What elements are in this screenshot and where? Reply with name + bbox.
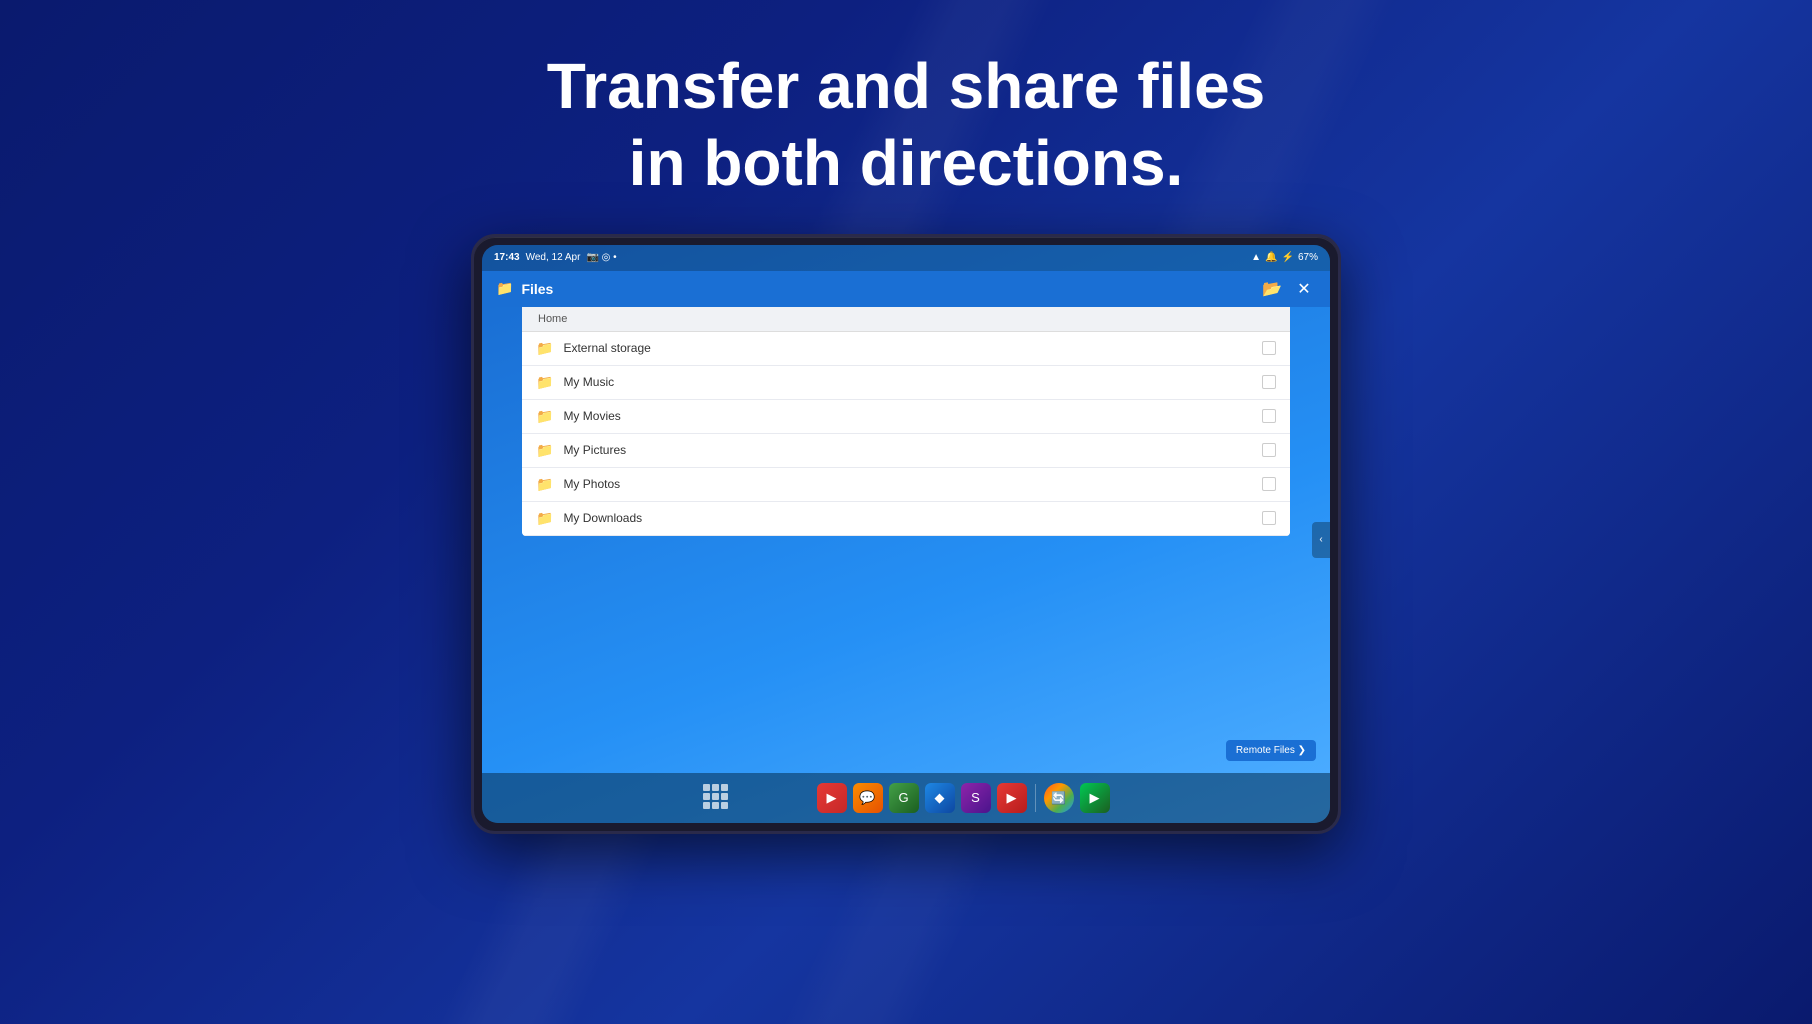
folder-icon: 📁 — [536, 510, 553, 527]
file-item[interactable]: 📁 My Downloads — [522, 502, 1290, 536]
file-item-name: My Downloads — [563, 511, 1262, 525]
close-button[interactable]: ✕ — [1292, 277, 1316, 301]
title-bar-title: Files — [521, 281, 553, 297]
file-item-checkbox[interactable] — [1262, 375, 1276, 389]
file-list: 📁 External storage 📁 My Music 📁 My Movies 📁 My … — [522, 332, 1290, 536]
headline-line2: in both directions. — [547, 125, 1266, 202]
file-item-checkbox[interactable] — [1262, 443, 1276, 457]
app-icon-7[interactable]: 🔄 — [1044, 783, 1074, 813]
file-item[interactable]: 📁 External storage — [522, 332, 1290, 366]
title-bar-left: 📁 Files — [496, 280, 553, 297]
app-drawer-button[interactable] — [703, 784, 731, 812]
file-item-name: My Movies — [563, 409, 1262, 423]
battery-icon: ⚡ — [1282, 252, 1294, 263]
file-item-name: My Pictures — [563, 443, 1262, 457]
status-right: ▲ 🔔 ⚡ 67% — [1251, 252, 1318, 263]
file-item[interactable]: 📁 My Music — [522, 366, 1290, 400]
file-item[interactable]: 📁 My Pictures — [522, 434, 1290, 468]
files-icon: 📁 — [496, 280, 513, 297]
tablet-device: 17:43 Wed, 12 Apr 📷 ◎ • ▲ 🔔 ⚡ 67% 📁 File… — [471, 234, 1341, 834]
status-time: 17:43 — [494, 252, 520, 263]
file-item-checkbox[interactable] — [1262, 477, 1276, 491]
taskbar: ▶ 💬 G ◆ S ▶ — [482, 773, 1330, 823]
folder-icon: 📁 — [536, 408, 553, 425]
folder-icon: 📁 — [536, 442, 553, 459]
app-icon-8[interactable]: ▶ — [1080, 783, 1110, 813]
wifi-icon: ▲ — [1251, 252, 1261, 263]
file-item-checkbox[interactable] — [1262, 511, 1276, 525]
headline-line1: Transfer and share files — [547, 48, 1266, 125]
status-left: 17:43 Wed, 12 Apr 📷 ◎ • — [494, 252, 617, 263]
volume-icon: 🔔 — [1265, 252, 1277, 263]
title-bar: 📁 Files 📂 ✕ — [482, 271, 1330, 307]
taskbar-divider — [1035, 784, 1036, 812]
folder-icon: 📁 — [536, 340, 553, 357]
app-icon-2[interactable]: 💬 — [853, 783, 883, 813]
status-icons: 📷 ◎ • — [586, 252, 616, 263]
status-date: Wed, 12 Apr — [526, 252, 581, 263]
screen-content: Home 📁 External storage 📁 My Music 📁 My Movie… — [482, 307, 1330, 773]
file-item-name: My Photos — [563, 477, 1262, 491]
file-item-checkbox[interactable] — [1262, 409, 1276, 423]
file-item[interactable]: 📁 My Movies — [522, 400, 1290, 434]
file-item[interactable]: 📁 My Photos — [522, 468, 1290, 502]
app-icon-4[interactable]: ◆ — [925, 783, 955, 813]
breadcrumb: Home — [522, 307, 1290, 332]
file-manager: Home 📁 External storage 📁 My Music 📁 My Movie… — [522, 307, 1290, 536]
taskbar-apps: ▶ 💬 G ◆ S ▶ — [817, 783, 1110, 813]
app-icon-3[interactable]: G — [889, 783, 919, 813]
title-bar-actions: 📂 ✕ — [1260, 277, 1316, 301]
app-icon-6[interactable]: ▶ — [997, 783, 1027, 813]
app-icon-1[interactable]: ▶ — [817, 783, 847, 813]
status-bar: 17:43 Wed, 12 Apr 📷 ◎ • ▲ 🔔 ⚡ 67% — [482, 245, 1330, 271]
folder-icon-btn[interactable]: 📂 — [1260, 277, 1284, 301]
file-item-name: External storage — [563, 341, 1262, 355]
folder-icon: 📁 — [536, 374, 553, 391]
tablet-outer: 17:43 Wed, 12 Apr 📷 ◎ • ▲ 🔔 ⚡ 67% 📁 File… — [471, 234, 1341, 834]
file-item-checkbox[interactable] — [1262, 341, 1276, 355]
remote-files-button[interactable]: Remote Files ❯ — [1226, 740, 1316, 761]
app-icon-5[interactable]: S — [961, 783, 991, 813]
headline: Transfer and share files in both directi… — [547, 48, 1266, 202]
folder-icon: 📁 — [536, 476, 553, 493]
tablet-screen: 17:43 Wed, 12 Apr 📷 ◎ • ▲ 🔔 ⚡ 67% 📁 File… — [482, 245, 1330, 823]
file-item-name: My Music — [563, 375, 1262, 389]
collapse-button[interactable]: ‹ — [1312, 522, 1330, 558]
battery-pct: 67% — [1298, 252, 1318, 263]
